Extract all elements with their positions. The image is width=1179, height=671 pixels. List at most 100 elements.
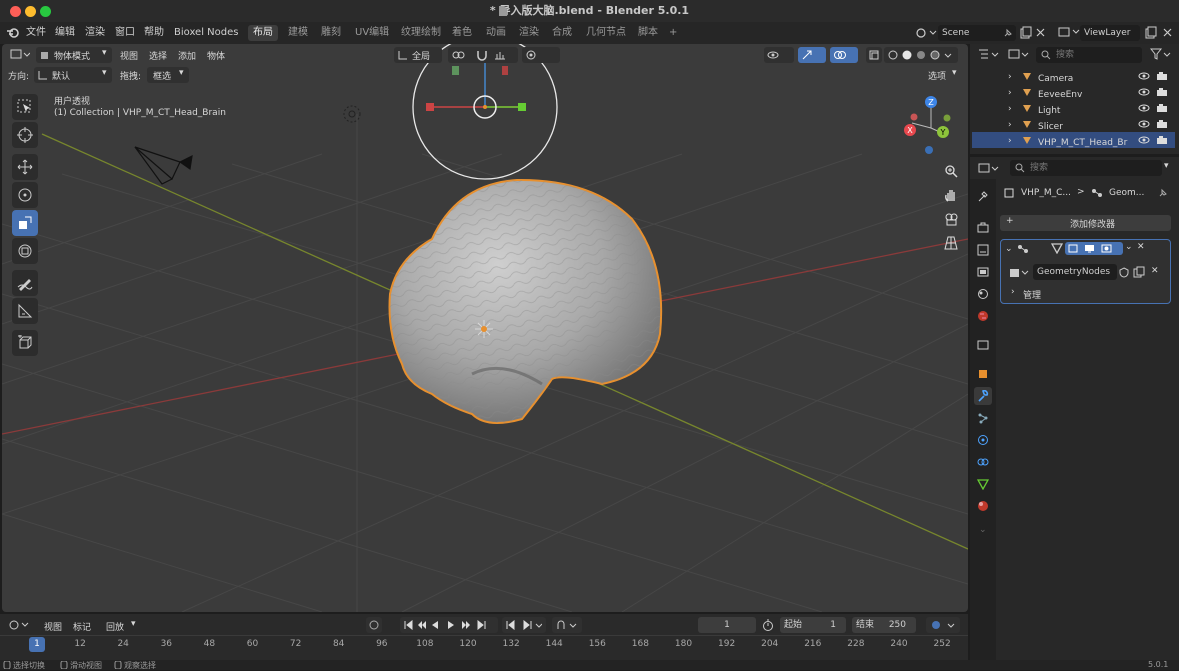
eye-icon[interactable] <box>1138 136 1150 144</box>
chevron-right-icon[interactable]: › <box>1011 287 1015 297</box>
editor-type-icon[interactable] <box>10 48 30 62</box>
eye-icon[interactable] <box>1138 72 1150 80</box>
move-tool[interactable] <box>12 154 38 180</box>
expand-chevron-icon[interactable]: › <box>1008 69 1012 85</box>
camera-render-icon[interactable] <box>1156 119 1168 129</box>
playback-dropdown[interactable]: 回放 ▾ <box>103 617 141 633</box>
view-layer-selector[interactable]: ViewLayer <box>1080 25 1140 41</box>
tab-animation[interactable]: 动画 <box>481 25 511 41</box>
pin-icon[interactable] <box>1158 188 1168 198</box>
overlays-toggle[interactable] <box>830 47 858 63</box>
view-layer-icon[interactable] <box>1058 26 1080 39</box>
manage-subpanel[interactable]: 管理 <box>1023 288 1041 301</box>
playback-controls[interactable] <box>400 617 498 633</box>
select-box-tool[interactable] <box>12 94 38 120</box>
tab-particles[interactable] <box>974 409 992 427</box>
pan-button[interactable] <box>940 184 962 206</box>
orientation-dropdown[interactable]: 默认 ▾ <box>34 67 112 83</box>
perspective-toggle[interactable] <box>940 232 962 254</box>
snapping-controls[interactable] <box>448 47 518 63</box>
camera-view-button[interactable] <box>940 208 962 230</box>
timeline-editor-icon[interactable] <box>8 619 30 631</box>
mode-selector[interactable]: 物体模式 ▾ <box>36 47 112 63</box>
menu-window[interactable]: 窗口 <box>115 22 135 44</box>
auto-keying-toggle[interactable] <box>366 617 382 633</box>
eye-icon[interactable] <box>1138 88 1150 96</box>
menu-add[interactable]: 添加 <box>178 49 196 62</box>
expand-chevron-icon[interactable]: › <box>1008 117 1012 133</box>
tab-object[interactable] <box>974 365 992 383</box>
camera-render-icon[interactable] <box>1156 103 1168 113</box>
tab-data[interactable] <box>974 475 992 493</box>
shading-modes[interactable] <box>884 47 958 63</box>
outliner-item[interactable]: › EeveeEnv <box>972 84 1175 100</box>
options-dropdown[interactable]: 选项 ▾ <box>924 67 962 83</box>
proportional-editing[interactable] <box>522 47 560 63</box>
rotate-tool[interactable] <box>12 182 38 208</box>
tab-material[interactable] <box>974 497 992 515</box>
tab-texture-paint[interactable]: 纹理绘制 <box>396 25 446 41</box>
measure-tool[interactable] <box>12 298 38 324</box>
collapse-chevron-icon[interactable]: ⌄ <box>1005 244 1013 254</box>
duplicate-icon[interactable] <box>1133 266 1145 278</box>
add-modifier-button[interactable]: + 添加修改器 <box>1000 215 1171 231</box>
menu-object[interactable]: 物体 <box>207 49 225 62</box>
annotate-tool[interactable] <box>12 270 38 296</box>
gizmo-toggle[interactable] <box>798 47 826 63</box>
visibility-toggle[interactable] <box>764 47 794 63</box>
expand-chevron-icon[interactable]: › <box>1008 85 1012 101</box>
navigation-gizmo[interactable]: Z Y X <box>900 92 962 160</box>
drag-dropdown[interactable]: 框选 ▾ <box>147 67 189 83</box>
chevron-down-icon[interactable]: ⌄ <box>1125 242 1133 252</box>
properties-editor-icon[interactable] <box>978 162 1000 175</box>
tab-modeling[interactable]: 建模 <box>283 25 313 41</box>
delete-view-layer-icon[interactable] <box>1163 28 1172 37</box>
expand-chevron-icon[interactable]: › <box>1008 101 1012 117</box>
node-tree-icon[interactable] <box>1009 267 1031 279</box>
menu-file[interactable]: 文件 <box>26 22 46 44</box>
tab-constraints[interactable] <box>974 453 992 471</box>
timeline-options[interactable] <box>926 617 960 633</box>
timeline-menu-marker[interactable]: 标记 <box>73 620 91 633</box>
timeline-menu-view[interactable]: 视图 <box>44 620 62 633</box>
properties-search[interactable]: 搜索 <box>1010 160 1162 176</box>
zoom-button[interactable] <box>940 160 962 182</box>
menu-bioxel-nodes[interactable]: Bioxel Nodes <box>174 22 238 44</box>
transform-orientation[interactable]: 全局 <box>394 47 442 63</box>
close-icon[interactable]: ✕ <box>1137 242 1145 252</box>
new-view-layer-icon[interactable] <box>1145 26 1157 39</box>
tab-render[interactable] <box>974 219 992 237</box>
current-frame-field[interactable]: 1 <box>698 617 756 633</box>
tab-rendering[interactable]: 渲染 <box>514 25 544 41</box>
outliner-item[interactable]: › Light <box>972 100 1175 116</box>
tab-geometry-nodes[interactable]: 几何节点 <box>581 25 631 41</box>
tab-layout[interactable]: 布局 <box>248 25 278 41</box>
display-mode-icon[interactable] <box>1008 48 1030 61</box>
camera-render-icon[interactable] <box>1156 135 1168 145</box>
camera-render-icon[interactable] <box>1156 71 1168 81</box>
scale-tool[interactable] <box>12 210 38 236</box>
menu-help[interactable]: 帮助 <box>144 22 164 44</box>
delete-scene-icon[interactable] <box>1036 28 1045 37</box>
tab-collection[interactable] <box>974 335 992 353</box>
tab-world[interactable] <box>974 307 992 325</box>
expand-chevron-icon[interactable]: › <box>1008 133 1012 149</box>
menu-view[interactable]: 视图 <box>120 49 138 62</box>
menu-edit[interactable]: 编辑 <box>55 22 75 44</box>
camera-render-icon[interactable] <box>1156 87 1168 97</box>
menu-render[interactable]: 渲染 <box>85 22 105 44</box>
tab-scene[interactable] <box>974 285 992 303</box>
tab-uv-editing[interactable]: UV编辑 <box>350 25 394 41</box>
blender-logo-icon[interactable] <box>6 27 20 39</box>
new-scene-icon[interactable] <box>1020 26 1032 39</box>
tab-physics[interactable] <box>974 431 992 449</box>
transform-tool[interactable] <box>12 238 38 264</box>
keying-set[interactable] <box>552 617 582 633</box>
tab-compositing[interactable]: 合成 <box>547 25 577 41</box>
tab-view-layer[interactable] <box>974 263 992 281</box>
filter-icon[interactable] <box>1150 48 1172 61</box>
pin-icon[interactable] <box>1003 28 1013 38</box>
tab-scripting[interactable]: 脚本 <box>633 25 663 41</box>
chevron-down-icon[interactable]: ▾ <box>1164 161 1169 171</box>
edit-mode-toggle-icon[interactable] <box>1051 243 1063 254</box>
